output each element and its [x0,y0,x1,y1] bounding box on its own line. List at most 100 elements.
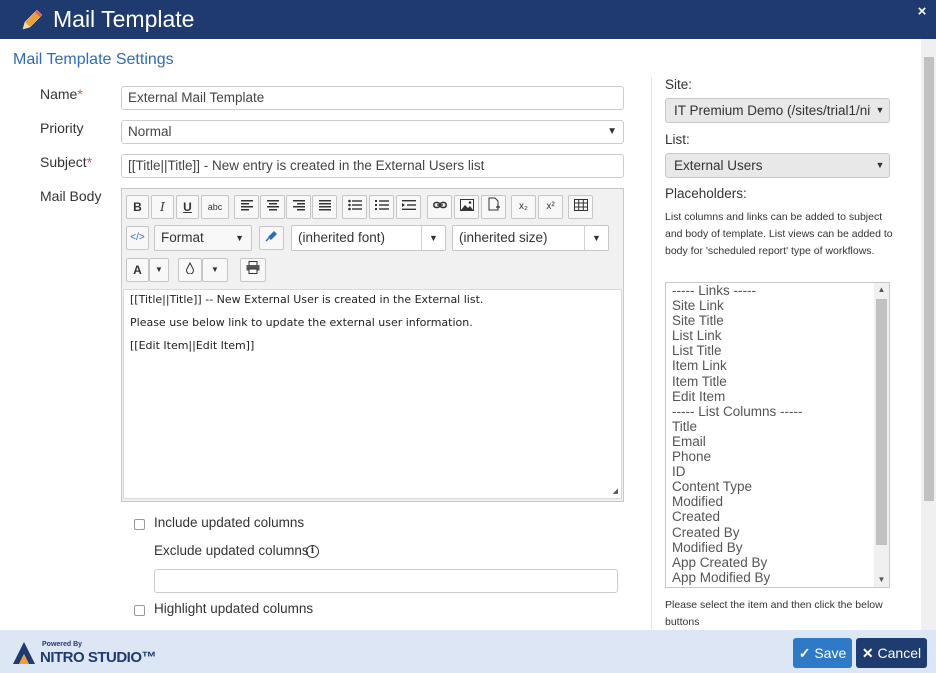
print-button[interactable] [240,258,266,282]
strikethrough-button[interactable]: abc [201,195,229,219]
superscript-button[interactable]: x² [538,195,563,219]
scroll-up-icon[interactable]: ▲ [874,283,889,297]
placeholder-item[interactable]: List Link [666,328,889,343]
font-size-dropdown[interactable]: (inherited size) ▼ [452,225,609,251]
font-family-value: (inherited font) [298,230,386,245]
include-updated-checkbox[interactable] [134,519,145,530]
chevron-down-icon: ▼ [235,233,244,243]
cancel-button[interactable]: ✕ Cancel [856,638,927,668]
numbered-list-button[interactable] [369,195,394,219]
background-color-button[interactable] [178,258,202,282]
site-select[interactable]: IT Premium Demo (/sites/trial1/nitro ▼ [665,98,890,123]
placeholder-item[interactable]: Email [666,434,889,449]
bullet-list-button[interactable] [342,195,367,219]
chevron-down-icon: ▼ [155,265,163,274]
list-select[interactable]: External Users ▼ [665,153,890,178]
placeholder-item[interactable]: Title [666,419,889,434]
underline-button[interactable]: U [176,195,199,219]
placeholder-item[interactable]: Modified [666,494,889,509]
placeholder-item[interactable]: Edit Item [666,389,889,404]
page-scrollbar[interactable] [921,39,936,630]
placeholder-item[interactable]: Content Type [666,479,889,494]
placeholder-item[interactable]: ----- Links ----- [666,283,889,298]
link-button[interactable] [427,195,452,219]
chevron-down-icon: ▼ [421,226,445,250]
align-left-button[interactable] [234,195,259,219]
listbox-scrollbar[interactable]: ▲ ▼ [874,283,889,587]
placeholder-item[interactable]: ----- List Columns ----- [666,404,889,419]
highlight-updated-checkbox[interactable] [134,605,145,616]
site-label: Site: [665,77,693,92]
scroll-down-icon[interactable]: ▼ [874,573,889,587]
placeholder-item[interactable]: ID [666,464,889,479]
check-icon: ✓ [798,645,811,661]
remove-format-button[interactable] [259,226,284,250]
placeholders-label: Placeholders: [665,186,747,201]
file-add-icon [488,197,500,211]
placeholder-item[interactable]: App Created By [666,555,889,570]
placeholder-item[interactable]: Phone [666,449,889,464]
placeholder-item[interactable]: Created [666,509,889,524]
numbered-list-icon [374,200,389,210]
background-color-dropdown[interactable]: ▼ [202,258,228,282]
name-field[interactable]: External Mail Template [121,86,624,110]
text-color-dropdown[interactable]: ▼ [149,258,169,282]
source-button[interactable]: </> [126,226,149,250]
indent-icon [401,200,416,210]
chevron-down-icon: ▼ [871,154,889,177]
bold-button[interactable]: B [126,195,149,219]
resize-handle-icon[interactable]: ◢ [613,487,618,495]
placeholder-item[interactable]: List Title [666,343,889,358]
placeholders-footer-help: Please select the item and then click th… [665,599,883,628]
page-scroll-thumb[interactable] [924,57,934,501]
chevron-down-icon: ▼ [607,126,617,137]
italic-button[interactable]: I [151,195,174,219]
powered-by-label: Powered By [42,641,83,648]
placeholders-listbox[interactable]: ----- Links ----- Site Link Site Title List… [665,282,890,588]
exclude-updated-input[interactable] [154,569,618,593]
editor-content[interactable]: [[Title||Title]] -- New External User is… [123,289,622,499]
close-icon[interactable]: × [914,4,930,20]
listbox-scroll-thumb[interactable] [876,299,887,545]
save-button[interactable]: ✓ Save [793,638,852,668]
print-icon [246,261,260,274]
placeholder-item[interactable]: Item Title [666,374,889,389]
indent-button[interactable] [396,195,421,219]
placeholder-item[interactable]: Modified By [666,540,889,555]
table-button[interactable] [568,195,593,219]
justify-button[interactable] [312,195,337,219]
body-line: Please use below link to update the exte… [130,316,473,329]
rich-text-editor: B I U abc x₂ x² </> Format ▼ (inherited … [121,188,624,502]
align-left-icon [240,200,253,211]
insert-file-button[interactable] [481,195,506,219]
priority-select[interactable]: Normal ▼ [121,120,624,144]
font-size-value: (inherited size) [459,230,548,245]
subscript-button[interactable]: x₂ [511,195,536,219]
justify-icon [318,200,331,211]
name-label: Name* [40,86,83,102]
info-icon[interactable]: i [306,545,319,558]
title-bar: Mail Template × [0,0,936,39]
placeholder-item[interactable]: Site Link [666,298,889,313]
chevron-down-icon: ▼ [871,99,889,122]
listbox-items: ----- Links ----- Site Link Site Title List… [666,283,889,585]
subject-field[interactable]: [[Title||Title]] - New entry is created … [121,154,624,178]
placeholder-item[interactable]: Site Title [666,313,889,328]
code-icon: </> [130,232,145,243]
chevron-down-icon: ▼ [584,226,608,250]
font-family-dropdown[interactable]: (inherited font) ▼ [291,225,446,251]
align-right-button[interactable] [286,195,311,219]
priority-label: Priority [40,120,84,136]
mail-body-label: Mail Body [40,188,102,204]
link-icon [432,201,447,209]
site-value: IT Premium Demo (/sites/trial1/nitro [674,103,887,118]
body-line: [[Edit Item||Edit Item]] [130,339,255,352]
align-center-button[interactable] [260,195,285,219]
placeholder-item[interactable]: Item Link [666,358,889,373]
format-dropdown[interactable]: Format ▼ [154,225,252,251]
placeholder-item[interactable]: App Modified By [666,570,889,585]
highlight-updated-label: Highlight updated columns [154,601,314,616]
image-button[interactable] [454,195,479,219]
placeholder-item[interactable]: Created By [666,525,889,540]
text-color-button[interactable]: A [126,258,149,282]
